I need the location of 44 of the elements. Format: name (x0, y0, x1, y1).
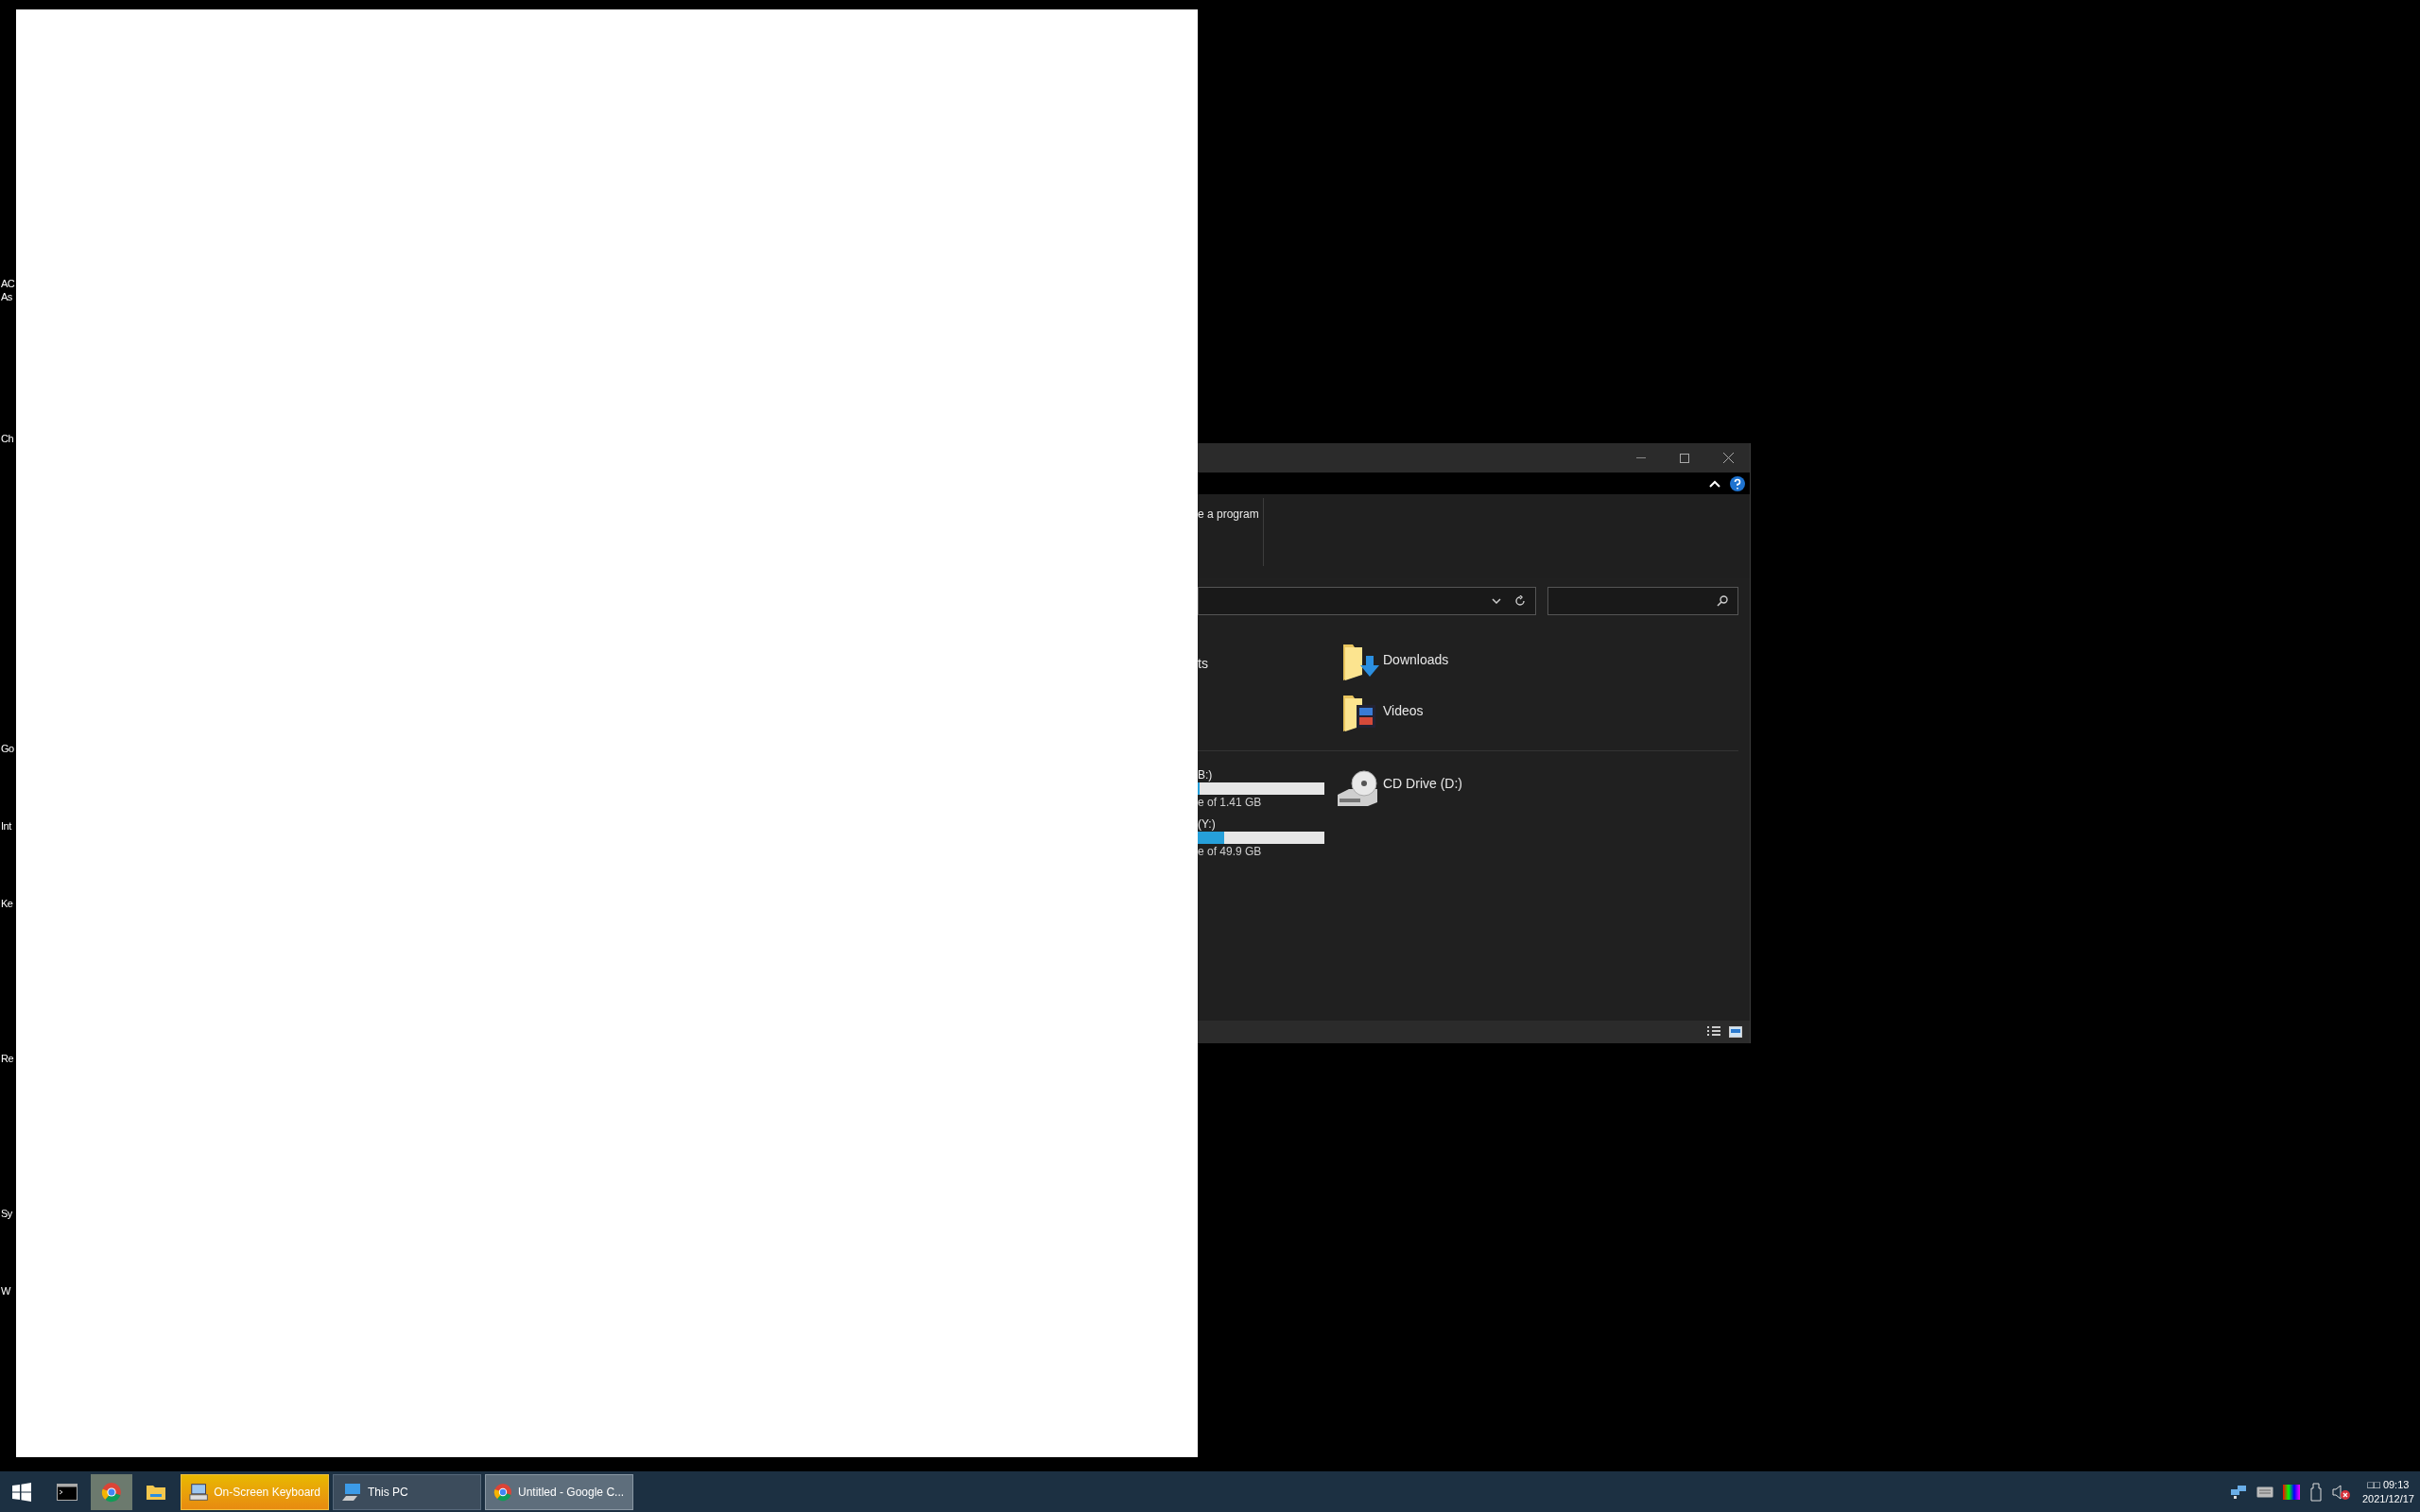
clock[interactable]: □□ 09:13 2021/12/17 (2361, 1477, 2420, 1506)
large-icons-view-icon[interactable] (1729, 1026, 1742, 1038)
search-field[interactable] (1547, 587, 1738, 615)
desktop-icon-label[interactable]: Sy (1, 1207, 12, 1220)
folder-label[interactable]: ts (1198, 656, 1208, 671)
keyboard-monitor-icon (189, 1482, 209, 1502)
desktop-icon-label[interactable]: Re (1, 1052, 14, 1065)
caret-up-icon[interactable] (1709, 479, 1720, 488)
windows-logo-icon (12, 1482, 31, 1502)
folder-item[interactable]: Downloads (1340, 643, 1449, 682)
color-spectrum-icon[interactable] (2282, 1484, 2300, 1500)
terminal-icon (57, 1483, 78, 1501)
folder-icon (146, 1483, 166, 1501)
network-icon[interactable] (2229, 1484, 2247, 1500)
details-view-icon[interactable] (1706, 1025, 1721, 1039)
chevron-down-icon[interactable] (1492, 598, 1501, 604)
taskbar-window-button[interactable]: Untitled - Google C... (485, 1473, 633, 1510)
desktop-icon-label[interactable]: Go (1, 742, 14, 755)
refresh-icon[interactable] (1514, 595, 1526, 607)
close-icon (1722, 453, 1734, 463)
taskbar-window-button[interactable]: This PC (333, 1473, 481, 1510)
help-icon[interactable] (1730, 475, 1745, 491)
drive-capacity: e of 1.41 GB (1198, 796, 1263, 810)
minimize-icon (1636, 457, 1646, 458)
desktop-icon-label[interactable]: Ch (1, 432, 14, 445)
desktop-icon-label[interactable]: AC (1, 277, 15, 290)
desktop-icon-label[interactable]: W (1, 1284, 10, 1297)
computer-icon (341, 1482, 362, 1502)
chrome-icon (493, 1482, 512, 1502)
cd-drive-icon (1336, 768, 1379, 808)
desktop-icon-label[interactable]: Int (1, 819, 11, 833)
usb-drive-icon[interactable] (2308, 1482, 2323, 1502)
volume-muted-icon[interactable] (2331, 1483, 2351, 1501)
desktop-icon-label[interactable]: Ke (1, 897, 13, 910)
maximize-icon (1680, 453, 1689, 463)
drive-capacity: e of 49.9 GB (1198, 845, 1263, 859)
keyboard-icon[interactable] (2256, 1486, 2273, 1498)
desktop-icon-label[interactable]: As (1, 290, 12, 303)
folder-item[interactable]: Videos (1340, 694, 1449, 733)
taskbar-app-button[interactable] (91, 1473, 132, 1510)
search-icon (1717, 595, 1728, 607)
chrome-icon (101, 1481, 122, 1503)
drive-label[interactable]: (Y:) (1198, 817, 1340, 831)
ribbon-command[interactable]: e a program (1198, 507, 1259, 521)
